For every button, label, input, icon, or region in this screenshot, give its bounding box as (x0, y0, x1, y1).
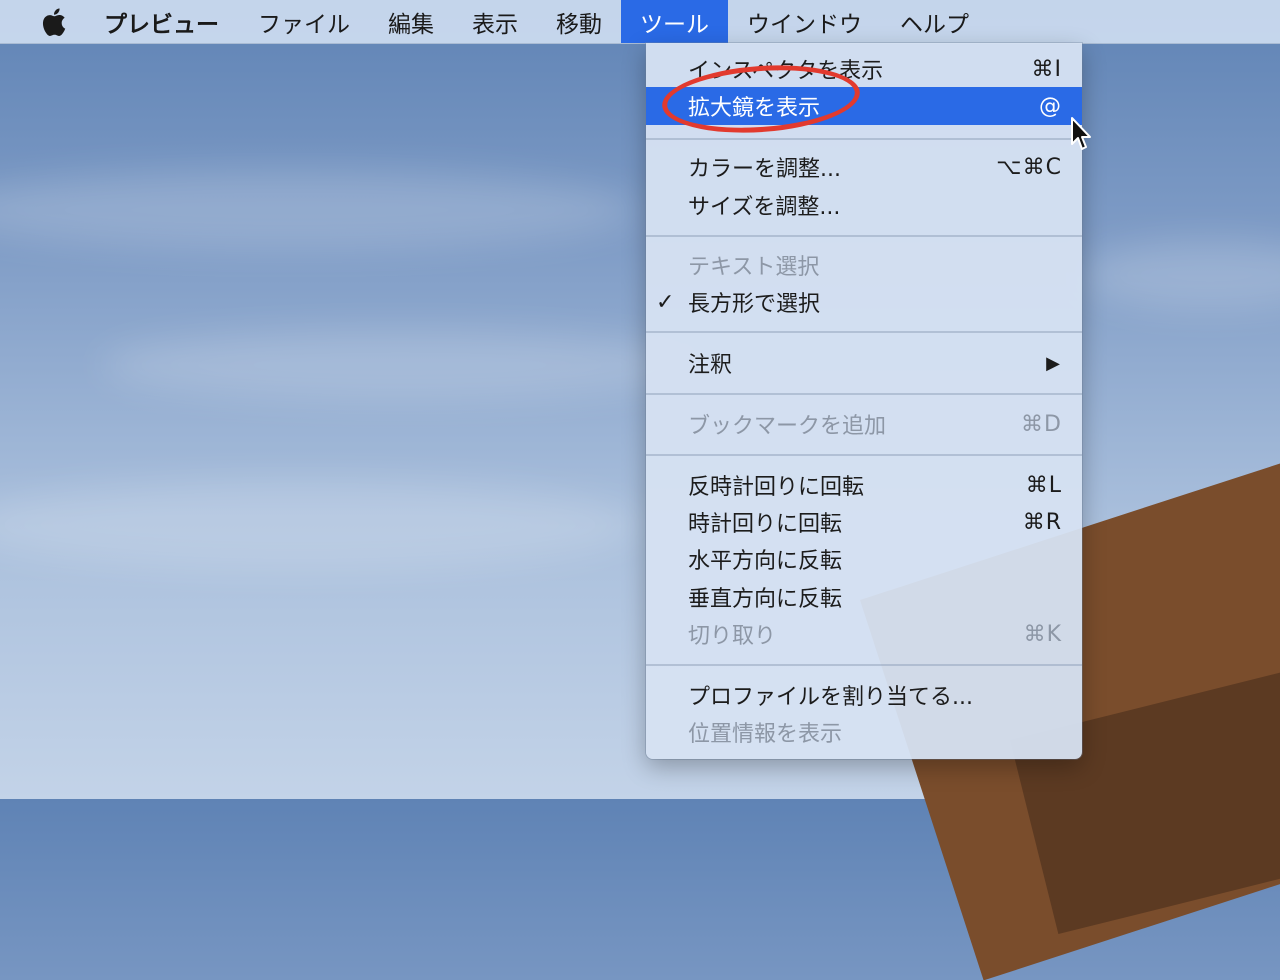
menu-tools[interactable]: ツール (621, 0, 728, 43)
menu-item-label: サイズを調整... (688, 195, 841, 220)
menu-item-label: テキスト選択 (688, 255, 820, 280)
menu-app-name[interactable]: プレビュー (82, 0, 239, 43)
wallpaper-cloud (0, 170, 640, 250)
menu-item-rotate-left[interactable]: 反時計回りに回転 ⌘L (646, 467, 1082, 503)
menu-item-shortcut: ⌘D (1021, 411, 1062, 437)
menu-item-flip-horizontal[interactable]: 水平方向に反転 (646, 541, 1082, 577)
menu-item-label: 切り取り (688, 624, 777, 649)
menu-separator (646, 235, 1082, 237)
menu-item-shortcut: ⌘R (1022, 509, 1062, 535)
menu-item-assign-profile[interactable]: プロファイルを割り当てる... (646, 677, 1082, 713)
submenu-arrow-icon: ▶ (1046, 352, 1060, 374)
wallpaper-cloud (1080, 240, 1280, 310)
menu-item-flip-vertical[interactable]: 垂直方向に反転 (646, 579, 1082, 615)
menu-bar: プレビュー ファイル 編集 表示 移動 ツール ウインドウ ヘルプ (0, 0, 1280, 44)
menu-item-crop: 切り取り ⌘K (646, 616, 1082, 652)
pointer-cursor-icon (1071, 117, 1091, 150)
menu-separator (646, 454, 1082, 456)
menu-item-label: 垂直方向に反転 (688, 587, 843, 612)
menu-item-adjust-size[interactable]: サイズを調整... (646, 187, 1082, 223)
menu-separator (646, 331, 1082, 333)
menu-item-rotate-right[interactable]: 時計回りに回転 ⌘R (646, 504, 1082, 540)
menu-item-add-bookmark: ブックマークを追加 ⌘D (646, 406, 1082, 442)
menu-separator (646, 664, 1082, 666)
menu-item-rectangular-selection[interactable]: ✓ 長方形で選択 (646, 284, 1082, 320)
menu-help[interactable]: ヘルプ (881, 0, 988, 43)
menu-item-annotate[interactable]: 注釈 ▶ (646, 345, 1082, 381)
menu-item-label: 位置情報を表示 (688, 722, 843, 747)
menu-item-label: カラーを調整... (688, 157, 841, 182)
menu-item-label: プロファイルを割り当てる... (688, 685, 973, 710)
menu-view[interactable]: 表示 (453, 0, 537, 43)
menu-item-label: 水平方向に反転 (688, 549, 843, 574)
menu-item-shortcut: ⌘K (1023, 621, 1062, 647)
wallpaper-cloud (100, 330, 700, 400)
menu-item-label: 注釈 (688, 353, 733, 378)
menu-item-label: ブックマークを追加 (688, 414, 887, 439)
menu-item-adjust-color[interactable]: カラーを調整... ⌥⌘C (646, 149, 1082, 185)
menu-item-shortcut: ⌘L (1025, 472, 1062, 498)
menu-item-label: 長方形で選択 (688, 292, 821, 317)
menu-item-label: 時計回りに回転 (688, 512, 843, 537)
menu-item-text-selection: テキスト選択 (646, 247, 1082, 283)
menu-file[interactable]: ファイル (239, 0, 369, 43)
menu-go[interactable]: 移動 (537, 0, 621, 43)
menu-separator (646, 393, 1082, 395)
menu-item-shortcut: @ (1039, 93, 1062, 119)
menu-item-shortcut: ⌥⌘C (996, 154, 1062, 180)
menu-window[interactable]: ウインドウ (728, 0, 881, 43)
tools-dropdown-menu: インスペクタを表示 ⌘I 拡大鏡を表示 @ カラーを調整... ⌥⌘C サイズを… (646, 43, 1082, 759)
apple-logo-icon[interactable] (24, 0, 82, 43)
menu-edit[interactable]: 編集 (369, 0, 453, 43)
wallpaper-cloud (0, 480, 640, 570)
menu-item-shortcut: ⌘I (1031, 56, 1062, 82)
menu-item-show-location: 位置情報を表示 (646, 714, 1082, 750)
menu-item-label: 反時計回りに回転 (688, 475, 865, 500)
checkmark-icon: ✓ (656, 289, 675, 315)
menu-separator (646, 138, 1082, 140)
